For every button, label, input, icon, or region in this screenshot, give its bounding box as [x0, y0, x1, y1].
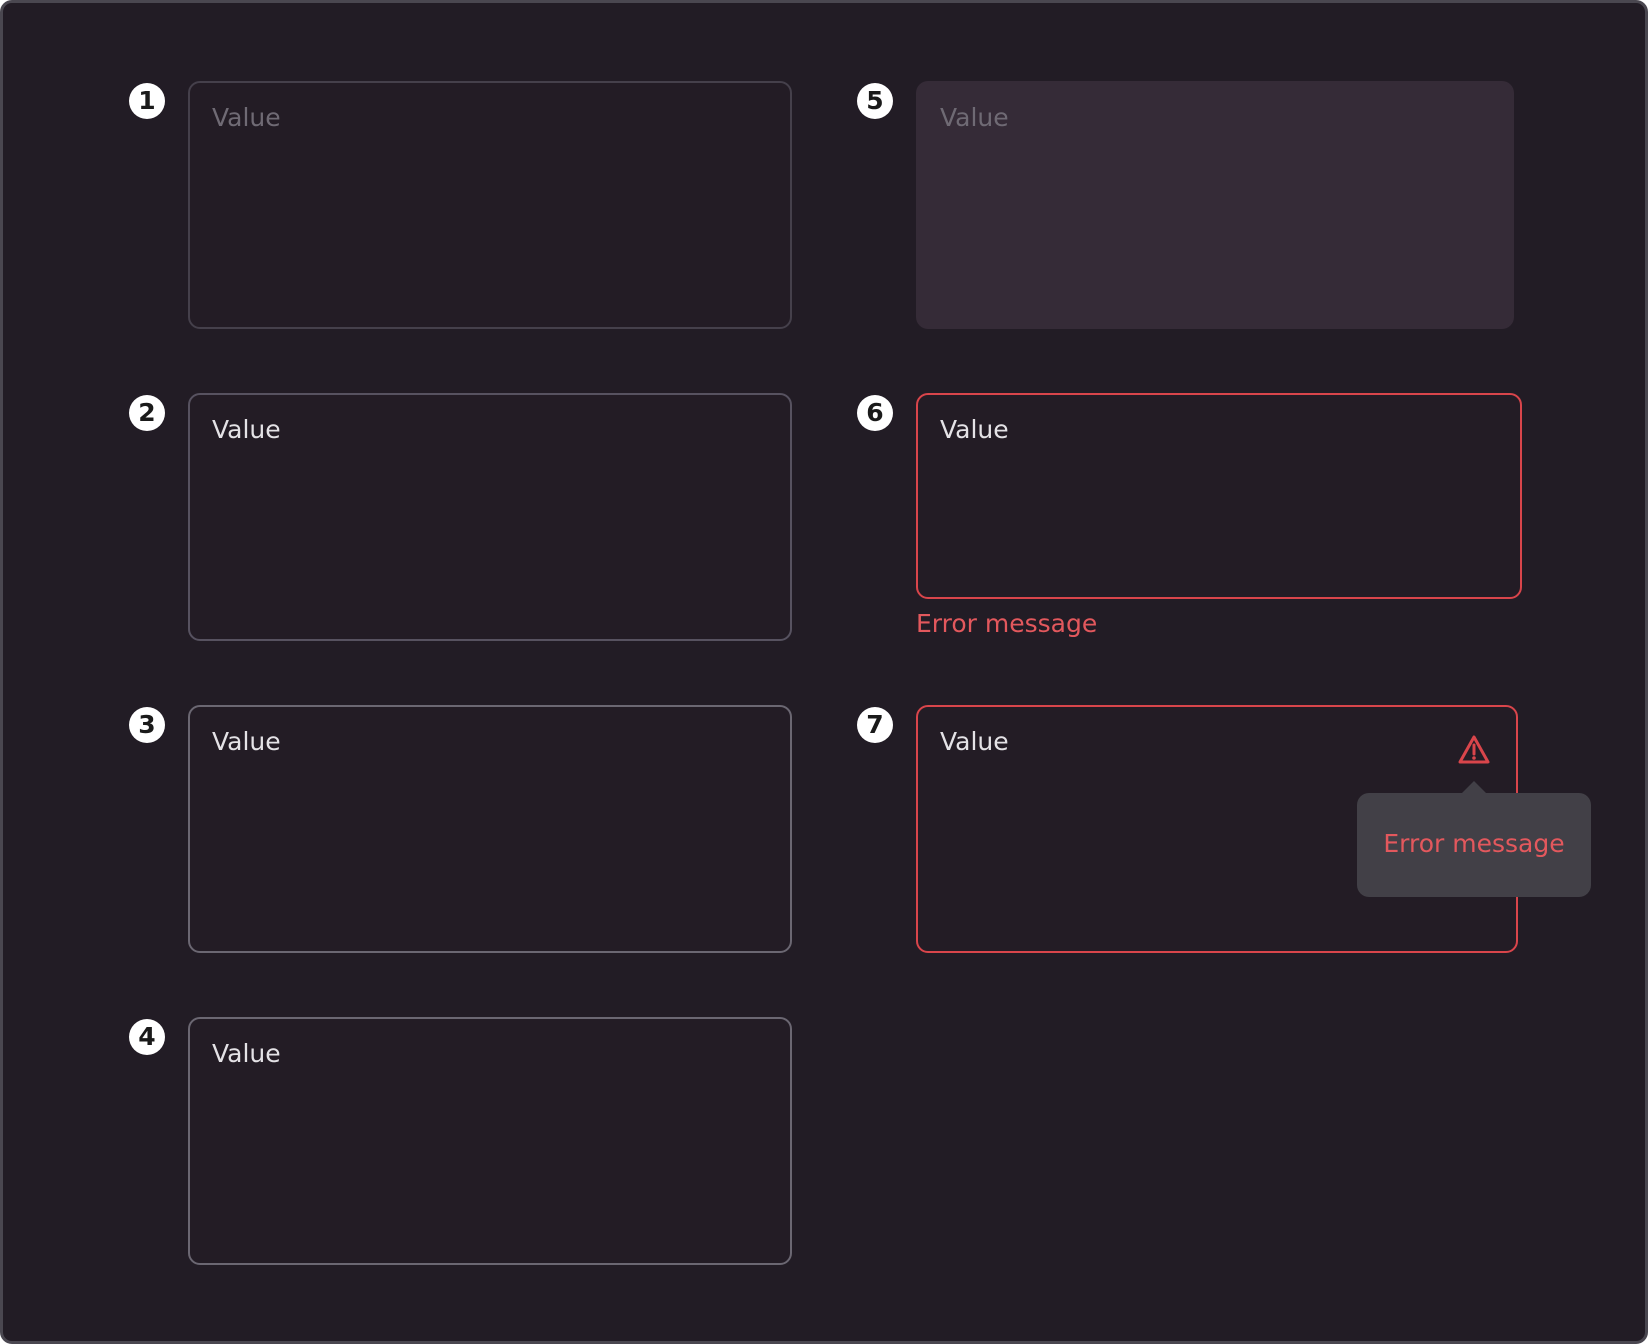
- textarea-value: Value: [940, 415, 1009, 444]
- textarea-disabled: Value: [916, 81, 1514, 329]
- tooltip-error-message: Error message: [1383, 829, 1565, 858]
- textarea-error[interactable]: Value: [916, 393, 1522, 599]
- warning-triangle-icon[interactable]: [1458, 734, 1490, 766]
- example-number-badge: 2: [129, 395, 165, 431]
- textarea-placeholder: Value: [212, 103, 281, 132]
- example-number-badge: 6: [857, 395, 893, 431]
- example-number-badge: 3: [129, 707, 165, 743]
- textarea-value: Value: [940, 727, 1009, 756]
- canvas: 1 Value 2 Value 3 Value 4 Value 5 Value …: [0, 0, 1648, 1344]
- error-tooltip: Error message: [1357, 781, 1591, 897]
- textarea-default[interactable]: Value: [188, 81, 792, 329]
- textarea-value: Value: [212, 415, 281, 444]
- textarea-filled[interactable]: Value: [188, 1017, 792, 1265]
- textarea-value: Value: [212, 1039, 281, 1068]
- textarea-placeholder: Value: [940, 103, 1009, 132]
- textarea-focus[interactable]: Value: [188, 705, 792, 953]
- example-number-badge: 1: [129, 83, 165, 119]
- example-number-badge: 5: [857, 83, 893, 119]
- error-message: Error message: [916, 609, 1098, 638]
- textarea-value: Value: [212, 727, 281, 756]
- example-number-badge: 4: [129, 1019, 165, 1055]
- tooltip-arrow: [1462, 781, 1486, 793]
- textarea-hover[interactable]: Value: [188, 393, 792, 641]
- example-number-badge: 7: [857, 707, 893, 743]
